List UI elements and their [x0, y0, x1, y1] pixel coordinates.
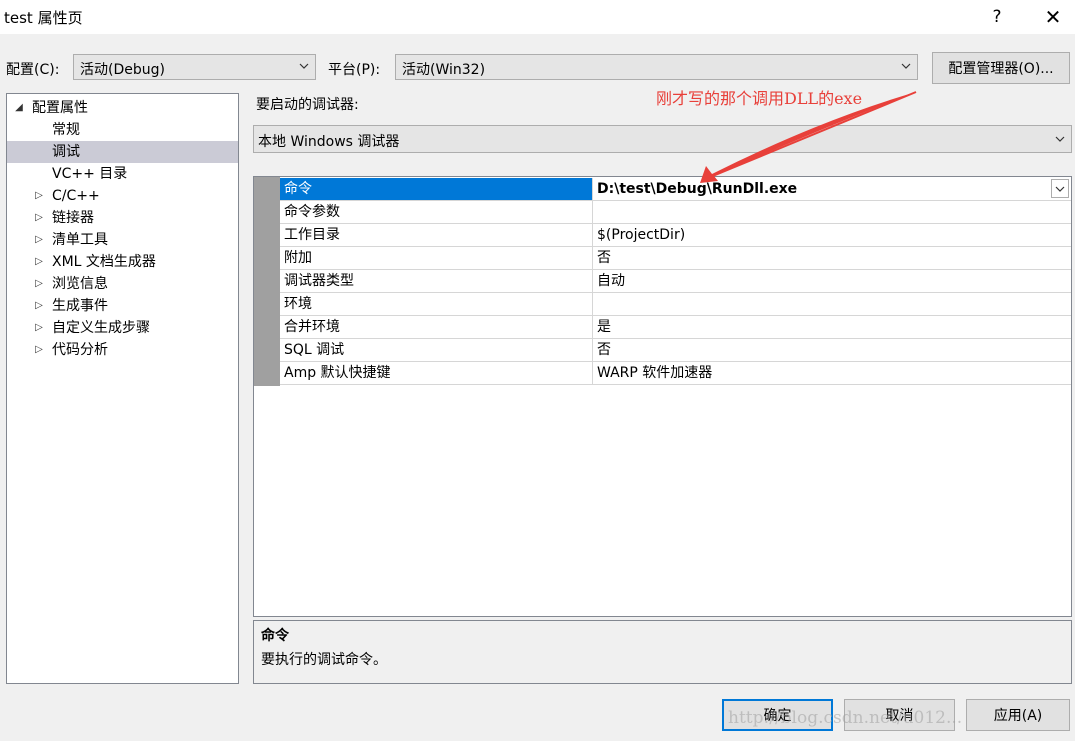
window-title: test 属性页 — [4, 9, 83, 27]
property-value[interactable]: 否 — [593, 339, 1071, 361]
collapsed-triangle-icon[interactable]: ▷ — [33, 251, 45, 273]
collapsed-triangle-icon[interactable]: ▷ — [33, 339, 45, 361]
config-value: 活动(Debug) — [80, 62, 165, 78]
expanded-triangle-icon[interactable]: ◢ — [13, 97, 25, 119]
tree-item-label: C/C++ — [52, 188, 100, 204]
tree-item-code-analysis[interactable]: ▷ 代码分析 — [7, 339, 238, 361]
tree-item-xml-doc-generator[interactable]: ▷ XML 文档生成器 — [7, 251, 238, 273]
tree-item-label: 链接器 — [52, 210, 94, 226]
tree-item-browse-info[interactable]: ▷ 浏览信息 — [7, 273, 238, 295]
ok-button[interactable]: 确定 — [722, 699, 833, 731]
help-icon: ? — [992, 7, 1002, 27]
chevron-down-icon — [299, 63, 309, 69]
tree-item-label: 清单工具 — [52, 232, 108, 248]
chevron-down-icon — [901, 63, 911, 69]
close-button[interactable]: ✕ — [1030, 0, 1075, 34]
collapsed-triangle-icon[interactable]: ▷ — [33, 207, 45, 229]
property-name: 合并环境 — [280, 316, 593, 338]
tree-item-manifest-tool[interactable]: ▷ 清单工具 — [7, 229, 238, 251]
tree-item-label: 调试 — [52, 144, 80, 160]
property-name: 工作目录 — [280, 224, 593, 246]
tree-item-label: 生成事件 — [52, 298, 108, 314]
grid-row-amp-default-accelerator[interactable]: Amp 默认快捷键 WARP 软件加速器 — [280, 362, 1071, 385]
debugger-dropdown[interactable]: 本地 Windows 调试器 — [253, 125, 1072, 153]
description-pane: 命令 要执行的调试命令。 — [253, 620, 1072, 684]
debugger-value: 本地 Windows 调试器 — [258, 134, 400, 150]
tree-item-build-events[interactable]: ▷ 生成事件 — [7, 295, 238, 317]
property-name: SQL 调试 — [280, 339, 593, 361]
property-name: 命令参数 — [280, 201, 593, 223]
property-value[interactable] — [593, 201, 1071, 223]
collapsed-triangle-icon[interactable]: ▷ — [33, 273, 45, 295]
property-value[interactable] — [593, 293, 1071, 315]
property-name: 命令 — [280, 178, 593, 200]
tree-item-label: 代码分析 — [52, 342, 108, 358]
property-value[interactable]: $(ProjectDir) — [593, 224, 1071, 246]
property-tree: ◢ 配置属性 常规 调试 VC++ 目录 ▷ C/C++ ▷ 链接器 ▷ 清单工具 ▷… — [6, 93, 239, 684]
description-text: 要执行的调试命令。 — [261, 652, 387, 668]
command-dropdown-button[interactable] — [1051, 179, 1069, 198]
tree-item-label: XML 文档生成器 — [52, 254, 156, 270]
grid-row-sql-debugging[interactable]: SQL 调试 否 — [280, 339, 1071, 362]
property-name: 调试器类型 — [280, 270, 593, 292]
platform-value: 活动(Win32) — [402, 62, 486, 78]
tree-item-vc-directories[interactable]: VC++ 目录 — [7, 163, 238, 185]
grid-row-attach[interactable]: 附加 否 — [280, 247, 1071, 270]
tree-root-label: 配置属性 — [32, 100, 88, 116]
grid-row-merge-environment[interactable]: 合并环境 是 — [280, 316, 1071, 339]
collapsed-triangle-icon[interactable]: ▷ — [33, 317, 45, 339]
tree-item-cpp[interactable]: ▷ C/C++ — [7, 185, 238, 207]
property-value[interactable]: 是 — [593, 316, 1071, 338]
config-dropdown[interactable]: 活动(Debug) — [73, 54, 316, 80]
tree-item-label: 浏览信息 — [52, 276, 108, 292]
property-value[interactable]: 否 — [593, 247, 1071, 269]
title-bar: test 属性页 ? ✕ — [0, 0, 1075, 34]
property-name: Amp 默认快捷键 — [280, 362, 593, 384]
chevron-down-icon — [1055, 136, 1065, 142]
collapsed-triangle-icon[interactable]: ▷ — [33, 229, 45, 251]
help-button[interactable]: ? — [974, 0, 1020, 34]
close-icon: ✕ — [1044, 5, 1062, 29]
config-manager-button[interactable]: 配置管理器(O)... — [932, 52, 1070, 84]
tree-item-label: 常规 — [52, 122, 80, 138]
property-value[interactable]: WARP 软件加速器 — [593, 362, 1071, 384]
platform-dropdown[interactable]: 活动(Win32) — [395, 54, 918, 80]
tree-item-linker[interactable]: ▷ 链接器 — [7, 207, 238, 229]
tree-item-custom-build-step[interactable]: ▷ 自定义生成步骤 — [7, 317, 238, 339]
grid-row-environment[interactable]: 环境 — [280, 293, 1071, 316]
property-grid: 命令 D:\test\Debug\RunDll.exe 命令参数 工作目录 $(… — [253, 176, 1072, 617]
grid-gutter — [254, 177, 280, 386]
grid-row-command[interactable]: 命令 D:\test\Debug\RunDll.exe — [280, 178, 1071, 201]
tree-root-config-properties[interactable]: ◢ 配置属性 — [7, 97, 238, 119]
tree-item-label: 自定义生成步骤 — [52, 320, 150, 336]
property-value[interactable]: 自动 — [593, 270, 1071, 292]
property-value-input[interactable]: D:\test\Debug\RunDll.exe — [593, 178, 1071, 200]
annotation-text: 刚才写的那个调用DLL的exe — [656, 89, 863, 108]
config-label: 配置(C): — [6, 62, 60, 78]
tree-item-label: VC++ 目录 — [52, 166, 128, 182]
grid-row-working-directory[interactable]: 工作目录 $(ProjectDir) — [280, 224, 1071, 247]
description-title: 命令 — [261, 628, 289, 644]
chevron-down-icon — [1055, 186, 1065, 192]
property-name: 环境 — [280, 293, 593, 315]
apply-button[interactable]: 应用(A) — [966, 699, 1070, 731]
tree-item-general[interactable]: 常规 — [7, 119, 238, 141]
collapsed-triangle-icon[interactable]: ▷ — [33, 295, 45, 317]
property-name: 附加 — [280, 247, 593, 269]
debugger-label: 要启动的调试器: — [256, 97, 359, 113]
cancel-button[interactable]: 取消 — [844, 699, 955, 731]
grid-row-command-arguments[interactable]: 命令参数 — [280, 201, 1071, 224]
grid-row-debugger-type[interactable]: 调试器类型 自动 — [280, 270, 1071, 293]
tree-item-debugging[interactable]: 调试 — [7, 141, 238, 163]
collapsed-triangle-icon[interactable]: ▷ — [33, 185, 45, 207]
platform-label: 平台(P): — [328, 62, 381, 78]
